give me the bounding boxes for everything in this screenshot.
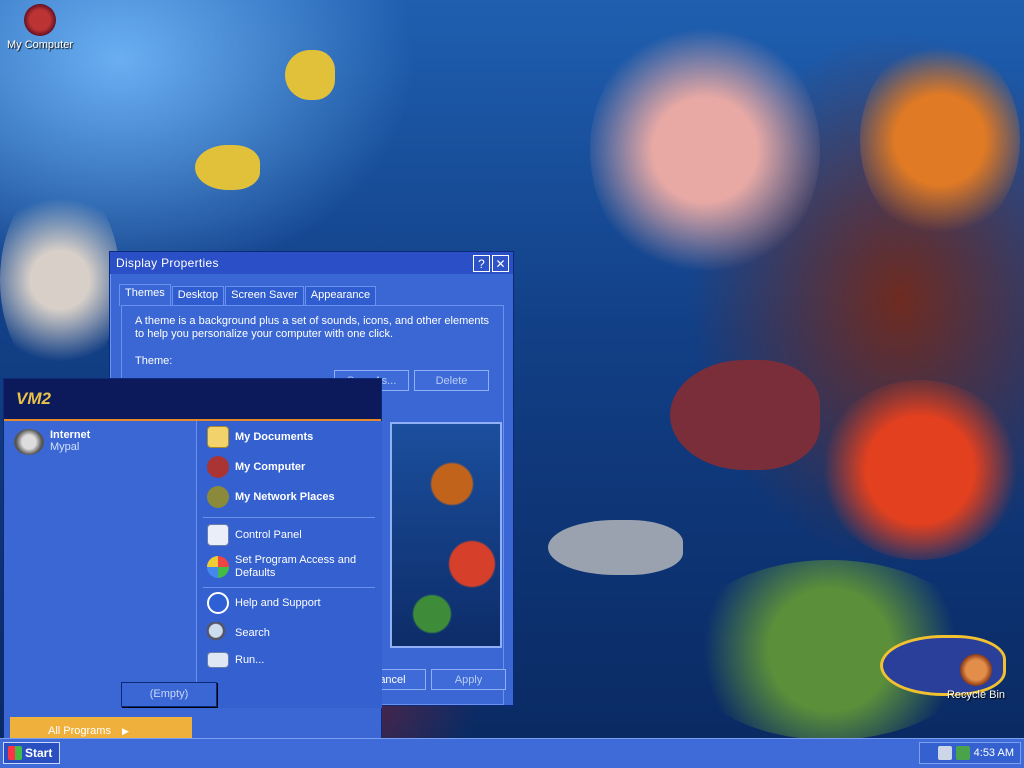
tab-desktop[interactable]: Desktop — [171, 286, 225, 305]
fish-decoration — [195, 145, 260, 190]
diver-decoration — [670, 360, 820, 470]
recycle-bin-icon — [960, 654, 992, 686]
menu-item-help-and-support[interactable]: Help and Support — [207, 592, 321, 614]
raccoon-icon — [14, 429, 44, 455]
system-tray: 4:53 AM — [919, 742, 1021, 764]
theme-preview-image — [390, 422, 502, 648]
run-icon — [207, 652, 229, 668]
pinned-item-title: Internet — [50, 429, 91, 441]
themes-description: A theme is a background plus a set of so… — [135, 315, 490, 340]
windows-flag-icon — [8, 746, 22, 760]
menu-item-set-program-access[interactable]: Set Program Access and Defaults — [207, 554, 377, 580]
tab-screen-saver[interactable]: Screen Saver — [225, 286, 304, 305]
coral-decoration — [0, 180, 120, 380]
coral-decoration — [820, 380, 1020, 560]
apply-button[interactable]: Apply — [431, 669, 506, 690]
computer-icon — [207, 456, 229, 478]
clock[interactable]: 4:53 AM — [974, 747, 1014, 759]
folder-icon — [207, 426, 229, 448]
delete-button[interactable]: Delete — [414, 370, 489, 391]
menu-item-run[interactable]: Run... — [207, 652, 264, 668]
start-menu-right-pane: My Documents My Computer My Network Plac… — [196, 421, 382, 708]
program-access-icon — [207, 556, 229, 578]
fish-decoration — [548, 520, 683, 575]
search-icon — [207, 622, 229, 644]
pinned-item-internet[interactable]: Internet Mypal — [14, 429, 90, 455]
network-tray-icon[interactable] — [937, 746, 952, 760]
tab-strip: Themes Desktop Screen Saver Appearance — [119, 284, 377, 306]
help-button[interactable]: ? — [473, 254, 490, 272]
start-label: Start — [25, 746, 53, 760]
coral-decoration — [860, 40, 1020, 240]
network-icon — [207, 486, 229, 508]
menu-item-my-computer[interactable]: My Computer — [207, 456, 305, 478]
menu-item-my-documents[interactable]: My Documents — [207, 426, 313, 448]
theme-label: Theme: — [135, 355, 173, 367]
window-title: Display Properties — [116, 256, 219, 270]
all-programs-label: All Programs — [48, 725, 111, 737]
start-menu-header: VM2 — [4, 379, 381, 421]
desktop-icon-label: My Computer — [6, 39, 74, 51]
desktop-icon-recycle-bin[interactable]: Recycle Bin — [938, 654, 1014, 701]
security-tray-icon[interactable] — [955, 746, 970, 760]
desktop-icon-label: Recycle Bin — [946, 689, 1006, 701]
taskbar: Start 4:53 AM — [0, 738, 1024, 768]
pinned-item-subtitle: Mypal — [50, 441, 80, 453]
control-panel-icon — [207, 524, 229, 546]
start-button[interactable]: Start — [3, 742, 60, 764]
menu-separator — [203, 517, 375, 518]
coral-decoration — [590, 20, 820, 280]
start-menu-left-pane: Internet Mypal All Programs ▶ — [4, 421, 194, 745]
window-titlebar[interactable]: Display Properties ? ✕ — [110, 252, 513, 274]
all-programs-submenu-empty[interactable]: (Empty) — [121, 682, 217, 707]
menu-item-control-panel[interactable]: Control Panel — [207, 524, 302, 546]
tab-appearance[interactable]: Appearance — [304, 286, 377, 305]
menu-item-my-network-places[interactable]: My Network Places — [207, 486, 335, 508]
help-icon — [207, 592, 229, 614]
tab-themes[interactable]: Themes — [119, 284, 171, 306]
menu-item-search[interactable]: Search — [207, 622, 270, 644]
menu-separator — [203, 587, 375, 588]
computer-icon — [24, 4, 56, 36]
fish-decoration — [285, 50, 335, 100]
desktop-icon-my-computer[interactable]: My Computer — [2, 4, 78, 51]
close-button[interactable]: ✕ — [492, 254, 509, 272]
